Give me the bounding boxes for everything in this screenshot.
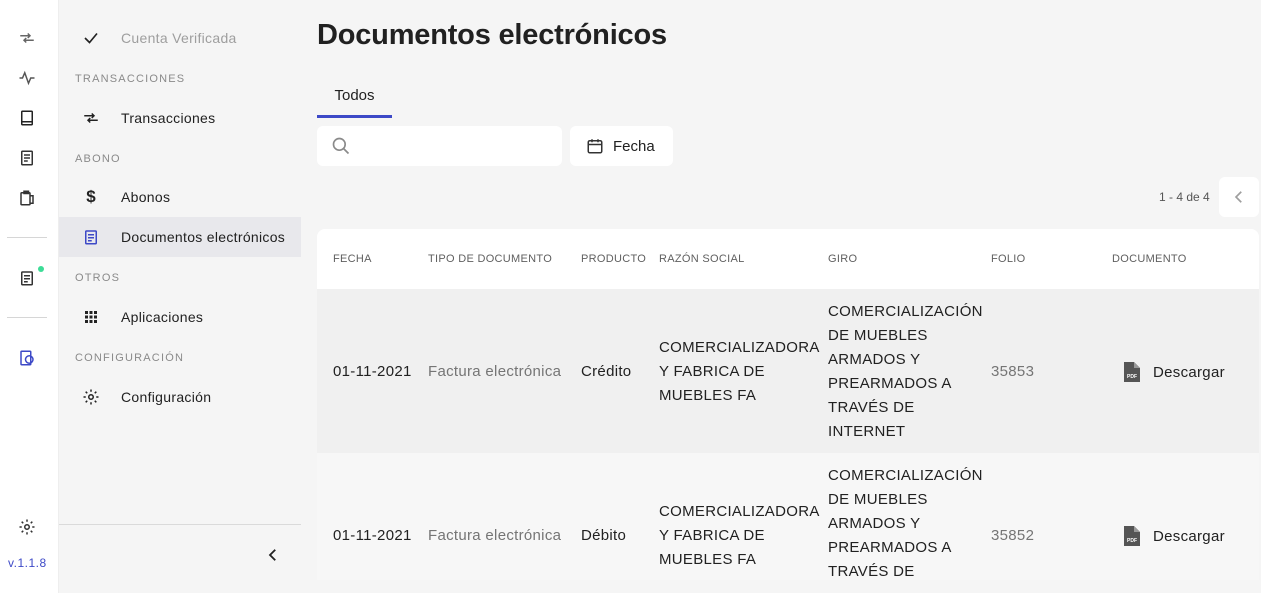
receipt-icon[interactable]	[17, 148, 37, 168]
cell-razon-social: COMERCIALIZADORA Y FABRICA DE MUEBLES FA	[659, 339, 819, 404]
search-field[interactable]	[317, 126, 562, 166]
sidebar-item-abonos[interactable]: $ Abonos	[59, 177, 301, 217]
section-title-transacciones: TRANSACCIONES	[75, 73, 186, 85]
sidebar-item-label: Aplicaciones	[121, 309, 204, 325]
svg-text:PDF: PDF	[1127, 538, 1137, 544]
sidebar-item-aplicaciones[interactable]: Aplicaciones	[59, 297, 301, 337]
notification-dot	[38, 266, 44, 272]
activity-icon[interactable]	[17, 68, 37, 88]
chevron-left-icon	[268, 549, 276, 561]
calendar-icon	[587, 139, 603, 154]
table-header: FECHA TIPO DE DOCUMENTO PRODUCTO RAZÓN S…	[317, 229, 1259, 289]
cell-giro: COMERCIALIZACIÓN DE MUEBLES ARMADOS Y PR…	[828, 303, 983, 440]
table-row[interactable]: 01-11-2021 Factura electrónica Crédito C…	[317, 289, 1259, 453]
sidebar: Cuenta Verificada TRANSACCIONES Transacc…	[59, 0, 301, 593]
pdf-file-icon: PDF	[1124, 526, 1140, 546]
cell-razon-social: COMERCIALIZADORA Y FABRICA DE MUEBLES FA	[659, 503, 819, 568]
pagination-text: 1 - 4 de 4	[1159, 190, 1210, 204]
section-title-configuracion: CONFIGURACIÓN	[75, 352, 185, 364]
cell-producto: Débito	[581, 527, 627, 544]
cell-tipo: Factura electrónica	[428, 527, 562, 544]
cell-folio: 35852	[991, 527, 1035, 544]
cell-giro: COMERCIALIZACIÓN DE MUEBLES ARMADOS Y PR…	[828, 467, 983, 580]
cell-fecha: 01-11-2021	[333, 527, 412, 544]
column-header-folio[interactable]: FOLIO	[991, 253, 1026, 265]
cell-folio: 35853	[991, 363, 1035, 380]
apps-grid-icon	[81, 307, 101, 327]
search-icon	[332, 137, 350, 155]
sidebar-divider	[59, 524, 301, 525]
verified-account-item: Cuenta Verificada	[59, 18, 301, 58]
column-header-razon-social[interactable]: RAZÓN SOCIAL	[659, 253, 745, 265]
sidebar-item-label: Documentos electrónicos	[121, 229, 286, 245]
dollar-icon: $	[86, 187, 96, 206]
cell-tipo: Factura electrónica	[428, 363, 562, 380]
chevron-left-icon	[1234, 191, 1242, 203]
swap-arrows-icon[interactable]	[17, 28, 37, 48]
app-version: v.1.1.8	[8, 556, 47, 570]
collapse-sidebar-button[interactable]	[261, 543, 285, 567]
main-content: Documentos electrónicos Todos Fecha 1 - …	[301, 0, 1261, 593]
section-title-abono: ABONO	[75, 153, 121, 165]
download-label: Descargar	[1153, 363, 1225, 381]
documents-icon	[81, 227, 101, 247]
settings-icon[interactable]	[17, 517, 37, 537]
column-header-producto[interactable]: PRODUCTO	[581, 253, 646, 265]
check-icon	[81, 28, 101, 48]
documents-icon[interactable]	[17, 268, 37, 288]
documents-table: FECHA TIPO DE DOCUMENTO PRODUCTO RAZÓN S…	[317, 229, 1259, 580]
sidebar-item-transacciones[interactable]: Transacciones	[59, 98, 301, 138]
download-label: Descargar	[1153, 527, 1225, 545]
section-title-otros: OTROS	[75, 272, 121, 284]
cell-fecha: 01-11-2021	[333, 363, 412, 380]
pdf-file-icon: PDF	[1124, 362, 1140, 382]
column-header-tipo[interactable]: TIPO DE DOCUMENTO	[428, 253, 552, 265]
rail-divider	[7, 317, 47, 318]
sidebar-item-configuracion[interactable]: Configuración	[59, 377, 301, 417]
date-filter-button[interactable]: Fecha	[570, 126, 673, 166]
swap-arrows-icon	[81, 108, 101, 128]
book-icon[interactable]	[17, 108, 37, 128]
previous-page-button[interactable]	[1219, 177, 1259, 217]
page-title: Documentos electrónicos	[317, 19, 667, 51]
verified-account-label: Cuenta Verificada	[121, 30, 237, 46]
clipboard-icon[interactable]	[17, 188, 37, 208]
column-header-documento[interactable]: DOCUMENTO	[1112, 253, 1187, 265]
search-input[interactable]	[361, 134, 551, 158]
sidebar-item-label: Configuración	[121, 389, 212, 405]
rail-divider	[7, 237, 47, 238]
download-button[interactable]: PDF Descargar	[1122, 362, 1225, 382]
sidebar-item-label: Transacciones	[121, 110, 216, 126]
date-filter-label: Fecha	[613, 137, 655, 155]
column-header-giro[interactable]: GIRO	[828, 253, 857, 265]
finance-icon[interactable]	[17, 348, 37, 368]
gear-icon	[81, 387, 101, 407]
table-row[interactable]: 01-11-2021 Factura electrónica Débito CO…	[317, 453, 1259, 580]
tab-todos[interactable]: Todos	[317, 78, 392, 118]
icon-rail: v.1.1.8	[0, 0, 59, 593]
sidebar-item-documentos[interactable]: Documentos electrónicos	[59, 217, 301, 257]
column-header-fecha[interactable]: FECHA	[333, 253, 372, 265]
cell-producto: Crédito	[581, 363, 632, 380]
svg-text:PDF: PDF	[1127, 374, 1137, 380]
download-button[interactable]: PDF Descargar	[1122, 526, 1225, 546]
sidebar-item-label: Abonos	[121, 189, 171, 205]
